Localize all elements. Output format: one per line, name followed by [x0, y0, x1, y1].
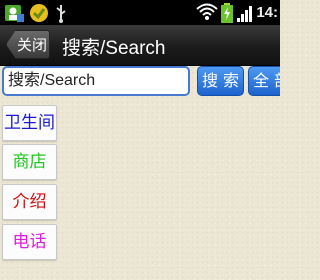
app-notification-icon — [3, 3, 25, 27]
signal-icon — [237, 3, 255, 27]
status-bar: 14: — [0, 0, 280, 25]
status-time: 14: — [256, 4, 278, 21]
usb-icon — [54, 3, 68, 27]
category-introduction[interactable]: 介绍 — [2, 184, 57, 220]
category-phone[interactable]: 电话 — [2, 224, 57, 260]
title-bar: 关闭 搜索/Search — [0, 25, 280, 66]
page-title: 搜索/Search — [62, 38, 166, 59]
close-button[interactable]: 关闭 — [6, 30, 50, 59]
gold-app-icon — [29, 3, 49, 27]
wifi-icon — [196, 3, 218, 25]
all-button[interactable]: 全 部 — [248, 66, 280, 96]
search-button[interactable]: 搜 索 — [197, 66, 244, 96]
category-restroom[interactable]: 卫生间 — [2, 105, 57, 141]
search-input[interactable] — [2, 66, 190, 96]
category-shop[interactable]: 商店 — [2, 144, 57, 180]
battery-charging-icon — [221, 3, 233, 27]
